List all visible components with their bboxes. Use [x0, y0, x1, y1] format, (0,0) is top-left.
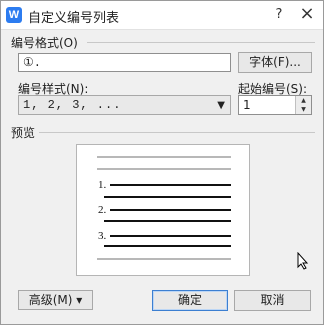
preview-label: 预览	[11, 126, 36, 140]
dialog-title: 自定义编号列表	[28, 11, 120, 26]
preview-item-number: 2.	[98, 204, 107, 216]
font-button[interactable]: 字体(F)...	[238, 52, 312, 73]
preview-text-line	[104, 220, 231, 222]
preview-text-line	[104, 245, 231, 247]
help-button[interactable]: ?	[270, 5, 288, 25]
preview-text-line	[110, 209, 231, 211]
preview-text-line	[110, 184, 231, 186]
preview-text-line	[110, 235, 231, 237]
custom-numbered-list-dialog: W 自定义编号列表 ? × 编号格式(O) ①. 字体(F)... 编号样式(N…	[0, 0, 324, 325]
preview-gray-line	[97, 168, 231, 170]
preview-separator	[39, 132, 315, 133]
start-number-value: 1	[243, 98, 251, 112]
close-button[interactable]: ×	[297, 4, 317, 24]
number-style-value: 1, 2, 3, ...	[23, 98, 122, 112]
preview-item-number: 1.	[98, 179, 107, 191]
number-format-label: 编号格式(O)	[11, 36, 78, 50]
start-number-spinbox[interactable]: 1 ▲ ▼	[238, 95, 312, 115]
preview-gray-line	[97, 258, 231, 260]
advanced-button[interactable]: 高级(M) ▾	[18, 290, 93, 310]
number-format-input[interactable]: ①.	[18, 53, 231, 72]
number-style-select[interactable]: 1, 2, 3, ... ▼	[18, 95, 231, 115]
ok-button[interactable]: 确定	[152, 290, 228, 311]
triangle-down-icon: ▼	[217, 100, 225, 111]
preview-text-line	[104, 196, 231, 198]
preview-box: 1. 2. 3.	[76, 144, 250, 276]
preview-gray-line	[97, 156, 231, 158]
spin-down-icon[interactable]: ▼	[295, 105, 311, 114]
title-bar: W 自定义编号列表 ? ×	[1, 1, 323, 30]
cancel-button[interactable]: 取消	[234, 290, 311, 311]
wps-app-icon: W	[6, 7, 22, 23]
preview-item-number: 3.	[98, 230, 107, 242]
mouse-pointer-icon	[297, 252, 309, 270]
number-format-separator	[87, 42, 315, 43]
